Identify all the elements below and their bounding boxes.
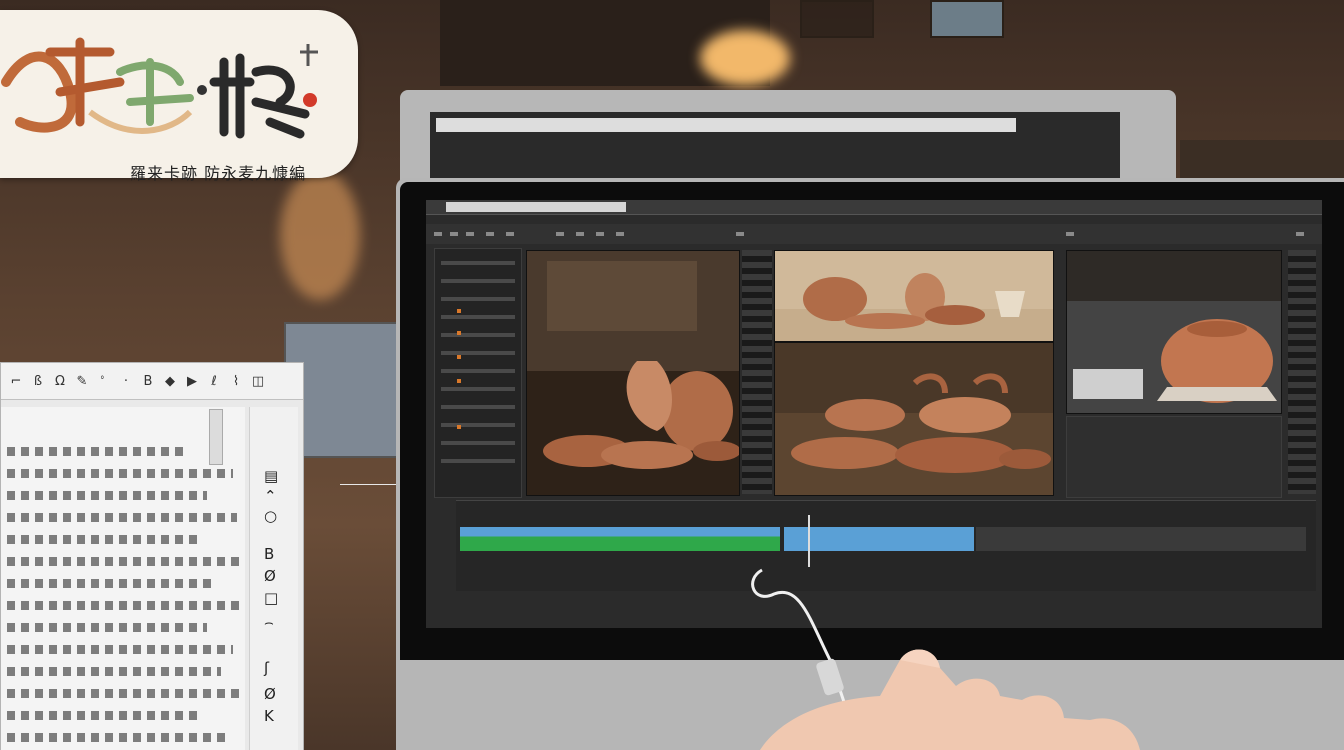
keyframe-marker[interactable]: [457, 309, 461, 313]
toolbar-icon[interactable]: ◫: [251, 374, 265, 389]
side-icon[interactable]: ⌃: [264, 487, 277, 505]
photo-scene: 羅来卡跡 防永麦九慷編 ⌐ ß Ω ✎ ﾟ · B ◆ ▶ ℓ ⌇ ◫ ▤ ⌃ …: [0, 0, 1344, 750]
clay-pots-image: [775, 251, 1053, 341]
tool-button[interactable]: [450, 232, 458, 236]
tool-button[interactable]: [596, 232, 604, 236]
background-frame: [800, 0, 874, 38]
background-lamp: [700, 30, 790, 86]
preview-panel[interactable]: [1066, 250, 1282, 414]
toolbar-icon[interactable]: ⌇: [229, 374, 243, 389]
back-address-bar[interactable]: [436, 118, 1016, 132]
text-line: [7, 601, 239, 610]
tool-button[interactable]: [736, 232, 744, 236]
toolbar-icon[interactable]: ▶: [185, 374, 199, 389]
text-line: [7, 689, 239, 698]
hand: [760, 649, 1140, 750]
toolbar-icon[interactable]: ℓ: [207, 374, 221, 389]
tool-button[interactable]: [1066, 232, 1074, 236]
document-window: ⌐ ß Ω ✎ ﾟ · B ◆ ▶ ℓ ⌇ ◫ ▤ ⌃ ○ B Ø □ ⌢ ʃ …: [0, 362, 304, 750]
side-icon[interactable]: □: [264, 589, 278, 607]
tool-button[interactable]: [486, 232, 494, 236]
toolbar-icon[interactable]: ◆: [163, 374, 177, 389]
background-frame: [930, 0, 1004, 38]
film-strip: [742, 250, 772, 494]
logo-caption: 羅来卡跡 防永麦九慷編: [130, 164, 307, 183]
editor-toolbar: [426, 224, 1322, 244]
main-viewer[interactable]: [774, 342, 1054, 496]
keyframe-marker[interactable]: [457, 379, 461, 383]
tool-button[interactable]: [616, 232, 624, 236]
side-icon[interactable]: B: [264, 545, 274, 563]
text-line: [7, 579, 217, 588]
keyframe-marker[interactable]: [457, 331, 461, 335]
toolbar-icon[interactable]: ﾟ: [97, 374, 111, 391]
toolbar-icon[interactable]: Ω: [53, 374, 67, 389]
program-viewer[interactable]: [774, 250, 1054, 342]
toolbar-icon[interactable]: ✎: [75, 374, 89, 389]
calligraphy-logo-icon: [1, 37, 318, 139]
toolbar-icon[interactable]: ·: [119, 374, 133, 389]
side-icon[interactable]: Ø: [264, 567, 276, 585]
side-icon[interactable]: Ø: [264, 685, 276, 703]
side-icon[interactable]: K: [264, 707, 274, 725]
toolbar-icon[interactable]: B: [141, 374, 155, 389]
toolbar-icon[interactable]: ⌐: [9, 374, 23, 389]
side-icon[interactable]: ʃ: [264, 659, 269, 677]
audio-track[interactable]: [460, 527, 780, 551]
toolbar-icon[interactable]: ß: [31, 374, 45, 389]
text-line: [7, 469, 233, 478]
tool-button[interactable]: [434, 232, 442, 236]
text-line: [7, 623, 207, 632]
preview-lower-panel: [1066, 416, 1282, 498]
tool-button[interactable]: [506, 232, 514, 236]
text-line: [7, 667, 221, 676]
text-line: [7, 535, 197, 544]
tool-button[interactable]: [556, 232, 564, 236]
tool-button[interactable]: [576, 232, 584, 236]
text-line: [7, 711, 203, 720]
properties-panel: [434, 248, 522, 498]
background-cabinet: [1180, 140, 1344, 180]
tool-button[interactable]: [466, 232, 474, 236]
text-line: [7, 557, 239, 566]
side-icon[interactable]: ▤: [264, 467, 278, 485]
text-line: [7, 447, 187, 456]
side-icon[interactable]: ○: [264, 507, 277, 525]
video-track[interactable]: [784, 527, 974, 551]
large-pot-image: [1067, 251, 1281, 413]
menu-tab[interactable]: [446, 202, 626, 212]
source-viewer[interactable]: [526, 250, 740, 496]
document-side-panel: ▤ ⌃ ○ B Ø □ ⌢ ʃ Ø K: [249, 407, 298, 750]
text-line: [7, 491, 207, 500]
keyframe-marker[interactable]: [457, 355, 461, 359]
text-line: [7, 645, 233, 654]
menu-bar: [426, 200, 1322, 215]
text-line: [7, 733, 227, 742]
tool-button[interactable]: [1296, 232, 1304, 236]
logo-badge: 羅来卡跡 防永麦九慷編: [0, 10, 358, 183]
document-scrollbar[interactable]: [209, 409, 223, 465]
empty-track[interactable]: [976, 527, 1306, 551]
keyframe-marker[interactable]: [457, 425, 461, 429]
background-glow: [280, 170, 360, 300]
film-strip-right: [1288, 250, 1316, 494]
document-toolbar: ⌐ ß Ω ✎ ﾟ · B ◆ ▶ ℓ ⌇ ◫: [1, 363, 303, 400]
side-icon[interactable]: ⌢: [264, 613, 274, 631]
text-line: [7, 513, 237, 522]
pottery-scene-image: [527, 251, 739, 495]
teapots-image: [775, 343, 1053, 495]
